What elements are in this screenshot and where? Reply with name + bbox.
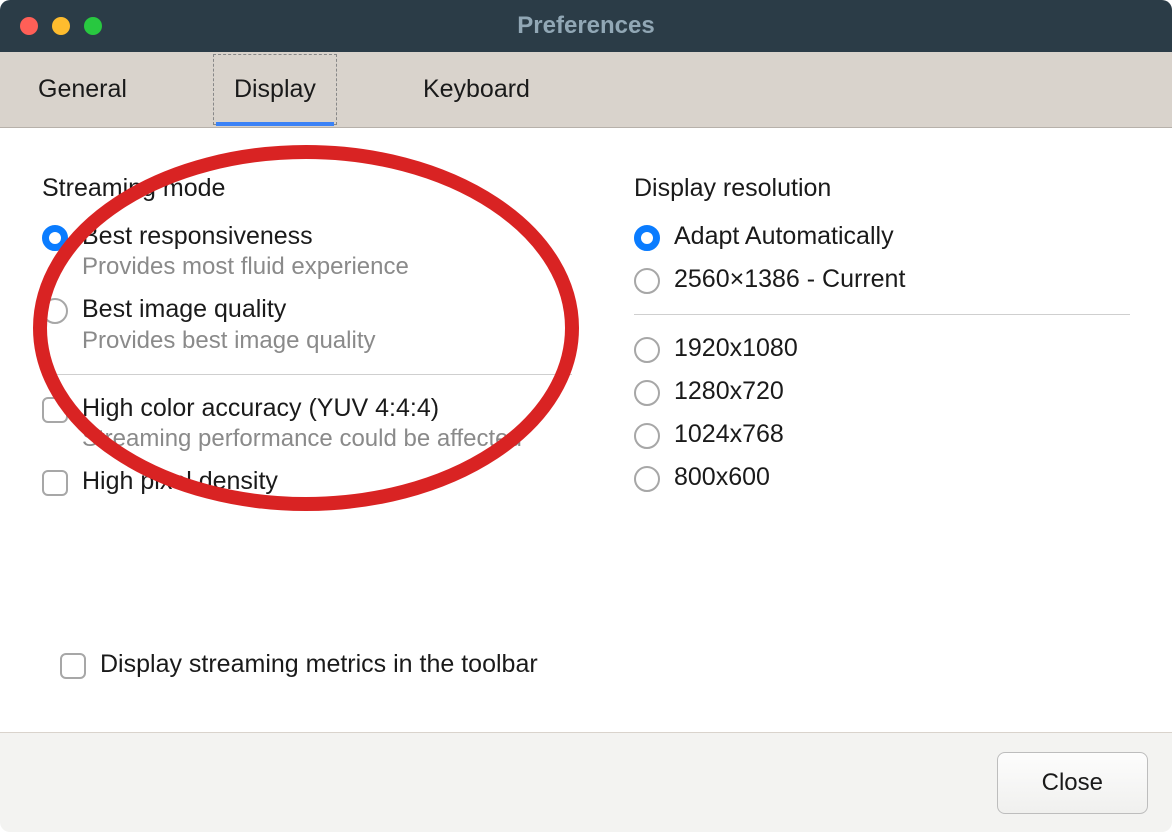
radio-res-current[interactable] [634, 268, 660, 294]
res-1280-label: 1280x720 [674, 376, 784, 407]
best-responsiveness-label: Best responsiveness [82, 221, 409, 252]
streaming-divider [42, 374, 572, 375]
option-res-1920[interactable]: 1920x1080 [634, 333, 1130, 364]
tab-display[interactable]: Display [213, 54, 337, 125]
color-accuracy-label: High color accuracy (YUV 4:4:4) [82, 393, 522, 424]
streaming-mode-section: Streaming mode Best responsiveness Provi… [42, 174, 572, 509]
radio-res-1280[interactable] [634, 380, 660, 406]
checkbox-color-accuracy[interactable] [42, 397, 68, 423]
streaming-metrics-label: Display streaming metrics in the toolbar [100, 649, 538, 680]
preferences-window: Preferences General Display Keyboard Str… [0, 0, 1172, 832]
option-res-1024[interactable]: 1024x768 [634, 419, 1130, 450]
res-1920-label: 1920x1080 [674, 333, 798, 364]
close-window-icon[interactable] [20, 17, 38, 35]
tab-bar: General Display Keyboard [0, 52, 1172, 128]
res-1024-label: 1024x768 [674, 419, 784, 450]
best-responsiveness-sub: Provides most fluid experience [82, 252, 409, 282]
maximize-window-icon[interactable] [84, 17, 102, 35]
radio-res-1024[interactable] [634, 423, 660, 449]
tab-general[interactable]: General [38, 55, 127, 124]
option-res-1280[interactable]: 1280x720 [634, 376, 1130, 407]
content-area: Streaming mode Best responsiveness Provi… [0, 128, 1172, 728]
bottom-bar: Close [0, 732, 1172, 832]
streaming-mode-title: Streaming mode [42, 174, 572, 203]
radio-adapt-auto[interactable] [634, 225, 660, 251]
option-pixel-density[interactable]: High pixel density [42, 466, 572, 497]
res-current-label: 2560×1386 - Current [674, 264, 905, 295]
option-best-quality[interactable]: Best image quality Provides best image q… [42, 294, 572, 355]
checkbox-streaming-metrics[interactable] [60, 653, 86, 679]
option-res-current[interactable]: 2560×1386 - Current [634, 264, 1130, 295]
display-resolution-section: Display resolution Adapt Automatically 2… [634, 174, 1130, 509]
option-adapt-auto[interactable]: Adapt Automatically [634, 221, 1130, 252]
tab-keyboard[interactable]: Keyboard [423, 55, 530, 124]
titlebar: Preferences [0, 0, 1172, 52]
res-800-label: 800x600 [674, 462, 770, 493]
resolution-divider [634, 314, 1130, 315]
option-best-responsiveness[interactable]: Best responsiveness Provides most fluid … [42, 221, 572, 282]
adapt-auto-label: Adapt Automatically [674, 221, 894, 252]
checkbox-pixel-density[interactable] [42, 470, 68, 496]
best-quality-label: Best image quality [82, 294, 375, 325]
window-title: Preferences [0, 12, 1172, 40]
color-accuracy-sub: Streaming performance could be affected [82, 424, 522, 454]
best-quality-sub: Provides best image quality [82, 326, 375, 356]
close-button[interactable]: Close [997, 752, 1148, 814]
display-resolution-title: Display resolution [634, 174, 1130, 203]
radio-res-800[interactable] [634, 466, 660, 492]
radio-best-responsiveness[interactable] [42, 225, 68, 251]
option-res-800[interactable]: 800x600 [634, 462, 1130, 493]
pixel-density-label: High pixel density [82, 466, 278, 497]
option-streaming-metrics[interactable]: Display streaming metrics in the toolbar [60, 649, 538, 680]
traffic-lights [0, 17, 102, 35]
minimize-window-icon[interactable] [52, 17, 70, 35]
radio-res-1920[interactable] [634, 337, 660, 363]
radio-best-quality[interactable] [42, 298, 68, 324]
option-color-accuracy[interactable]: High color accuracy (YUV 4:4:4) Streamin… [42, 393, 572, 454]
